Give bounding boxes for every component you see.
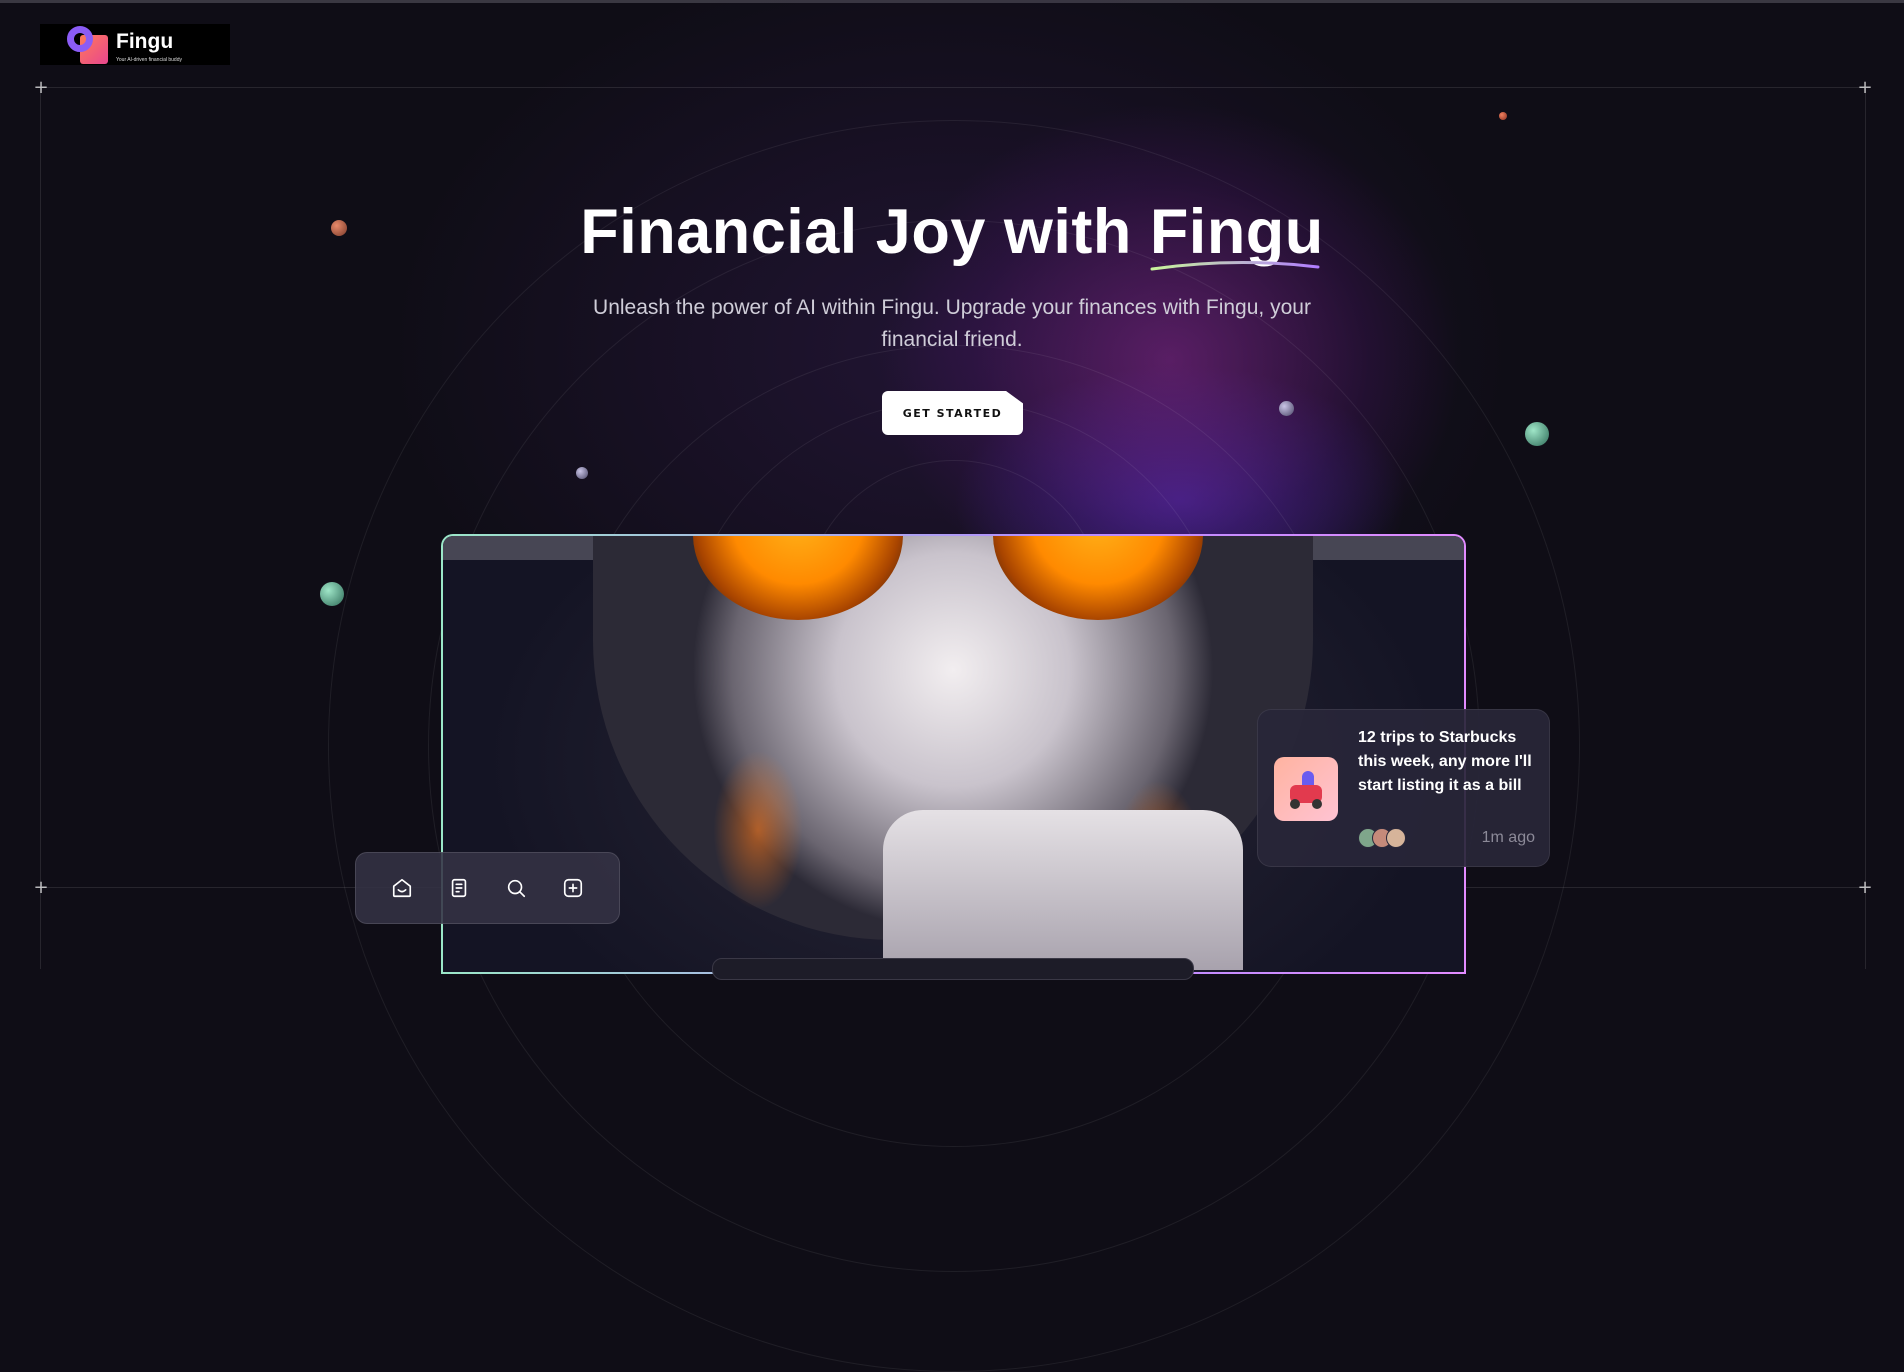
hero-subtitle: Unleash the power of AI within Fingu. Up…	[593, 296, 1311, 351]
corner-plus-icon: +	[1857, 77, 1873, 98]
frame-line-top	[40, 87, 1865, 88]
hero-title: Financial Joy with Fingu	[580, 197, 1324, 267]
decorative-orb	[576, 467, 588, 479]
document-icon	[451, 878, 467, 898]
documents-button[interactable]	[441, 870, 477, 906]
decorative-orb	[1279, 401, 1294, 416]
bottom-bar	[712, 958, 1194, 980]
add-button[interactable]	[555, 870, 591, 906]
notification-card[interactable]: 12 trips to Starbucks this week, any mor…	[1257, 709, 1550, 867]
decorative-orb	[320, 582, 344, 606]
logo[interactable]: Fingu Your AI-driven financial buddy	[40, 24, 230, 65]
avatar	[1386, 828, 1406, 848]
get-started-button[interactable]: GET STARTED	[882, 391, 1023, 435]
brand-tagline: Your AI-driven financial buddy	[116, 57, 182, 63]
decorative-orb	[1525, 422, 1549, 446]
logo-mark-icon	[67, 26, 111, 66]
notification-thumbnail	[1274, 757, 1338, 821]
home-icon	[393, 878, 412, 898]
add-icon	[563, 878, 582, 898]
notification-message: 12 trips to Starbucks this week, any mor…	[1358, 729, 1532, 794]
corner-plus-icon: +	[1857, 877, 1873, 898]
corner-plus-icon: +	[33, 877, 49, 898]
avatar-group	[1358, 828, 1418, 848]
brand-name: Fingu	[116, 30, 174, 53]
notification-time: 1m ago	[1481, 829, 1535, 846]
robot-eye-right	[993, 536, 1203, 620]
bottom-dock	[355, 852, 620, 924]
home-button[interactable]	[384, 870, 420, 906]
decorative-orb	[1499, 112, 1507, 120]
robot-jaw	[883, 810, 1243, 970]
search-icon	[507, 879, 525, 898]
corner-plus-icon: +	[33, 77, 49, 98]
title-underline	[1150, 260, 1320, 271]
robot-eye-left	[693, 536, 903, 620]
search-button[interactable]	[498, 870, 534, 906]
